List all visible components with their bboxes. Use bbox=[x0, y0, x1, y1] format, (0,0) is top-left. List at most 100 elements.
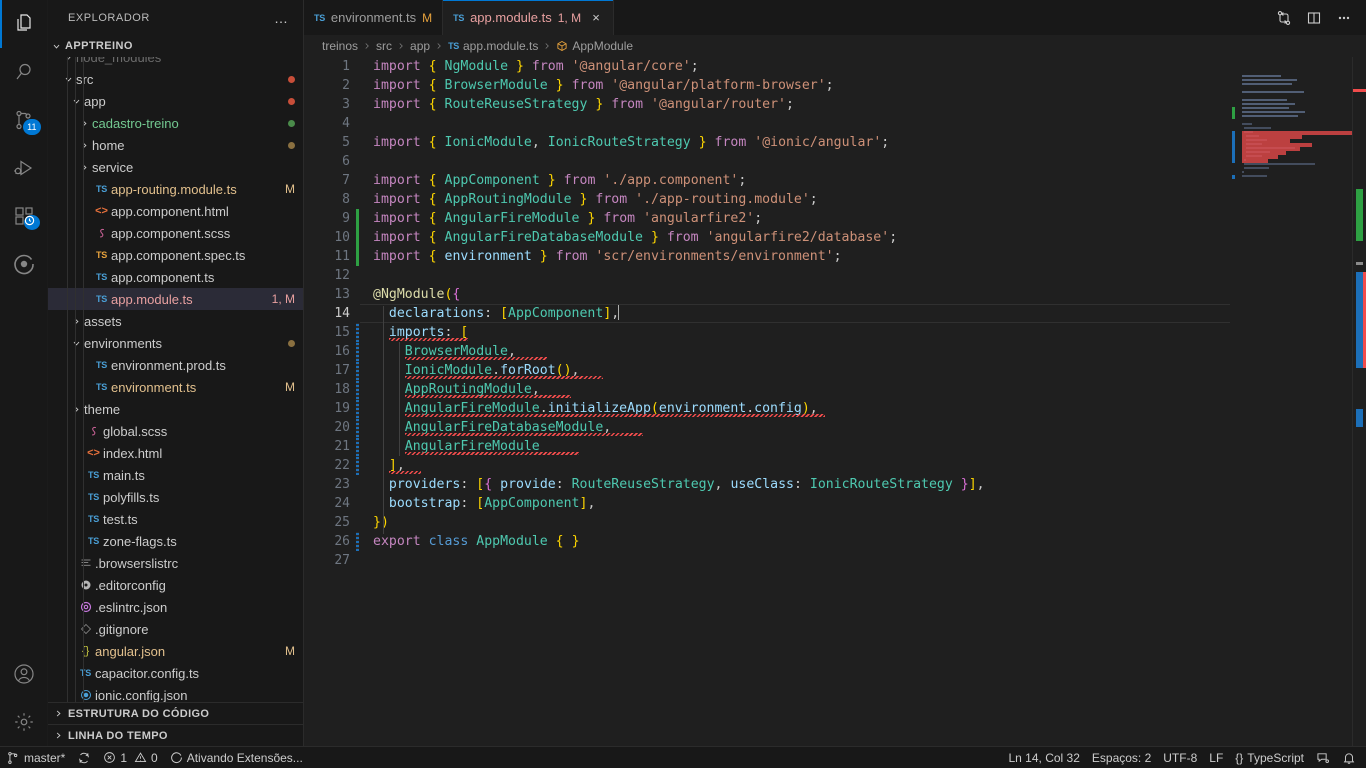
tree-item-global-scss[interactable]: global.scss bbox=[48, 420, 303, 442]
activity-search[interactable] bbox=[0, 48, 48, 96]
activity-ionic[interactable] bbox=[0, 240, 48, 288]
status-extensions-activating[interactable]: Ativando Extensões... bbox=[164, 747, 309, 768]
tree-item--browserslistrc[interactable]: .browserslistrc bbox=[48, 552, 303, 574]
tree-item-ionic-config-json[interactable]: ionic.config.json bbox=[48, 684, 303, 702]
status-indentation[interactable]: Espaços: 2 bbox=[1086, 747, 1157, 768]
gutter-change-marker[interactable] bbox=[350, 342, 364, 361]
tree-item--eslintrc-json[interactable]: .eslintrc.json bbox=[48, 596, 303, 618]
status-branch[interactable]: master* bbox=[0, 747, 71, 768]
code-editor[interactable]: 1import { NgModule } from '@angular/core… bbox=[304, 57, 1366, 746]
status-cursor-position[interactable]: Ln 14, Col 32 bbox=[1003, 747, 1086, 768]
sidebar-more-actions-icon[interactable]: … bbox=[268, 13, 295, 23]
gutter-change-marker[interactable] bbox=[350, 532, 364, 551]
tree-item-test-ts[interactable]: TStest.ts bbox=[48, 508, 303, 530]
tree-item-home[interactable]: home bbox=[48, 134, 303, 156]
activity-explorer[interactable] bbox=[0, 0, 48, 48]
tree-item-cadastro-treino[interactable]: cadastro-treino bbox=[48, 112, 303, 134]
gutter-change-marker[interactable] bbox=[350, 418, 364, 437]
status-sync[interactable] bbox=[71, 747, 97, 768]
gutter-change-marker[interactable] bbox=[350, 399, 364, 418]
folder-status-dot bbox=[288, 340, 295, 347]
minimap[interactable] bbox=[1230, 57, 1352, 746]
close-icon[interactable]: × bbox=[589, 10, 603, 25]
tree-item-zone-flags-ts[interactable]: TSzone-flags.ts bbox=[48, 530, 303, 552]
gutter-change-marker[interactable] bbox=[350, 152, 364, 171]
tree-item-app-component-ts[interactable]: TSapp.component.ts bbox=[48, 266, 303, 288]
gutter-change-marker[interactable] bbox=[350, 456, 364, 475]
gutter-change-marker[interactable] bbox=[350, 494, 364, 513]
tree-item-app-component-spec-ts[interactable]: TSapp.component.spec.ts bbox=[48, 244, 303, 266]
gutter-change-marker[interactable] bbox=[350, 266, 364, 285]
tree-item-app-module-ts[interactable]: TSapp.module.ts1, M bbox=[48, 288, 303, 310]
tree-item-service[interactable]: service bbox=[48, 156, 303, 178]
status-eol[interactable]: LF bbox=[1203, 747, 1229, 768]
activity-run-debug[interactable] bbox=[0, 144, 48, 192]
gutter-change-marker[interactable] bbox=[350, 171, 364, 190]
tree-item-main-ts[interactable]: TSmain.ts bbox=[48, 464, 303, 486]
breadcrumb[interactable]: treinos src app TSapp.module.ts AppModule bbox=[304, 35, 1366, 57]
status-feedback[interactable] bbox=[1310, 747, 1336, 768]
gutter-change-marker[interactable] bbox=[350, 133, 364, 152]
code-viewport[interactable]: 1import { NgModule } from '@angular/core… bbox=[304, 57, 1366, 746]
activity-manage[interactable] bbox=[0, 698, 48, 746]
tree-item-app[interactable]: app bbox=[48, 90, 303, 112]
tree-item-environments[interactable]: environments bbox=[48, 332, 303, 354]
split-compare-icon[interactable] bbox=[1270, 4, 1298, 32]
explorer-root-folder[interactable]: APPTREINO bbox=[48, 35, 303, 57]
status-encoding[interactable]: UTF-8 bbox=[1157, 747, 1203, 768]
breadcrumb-item[interactable]: app bbox=[410, 39, 430, 53]
gutter-change-marker[interactable] bbox=[350, 551, 364, 570]
tree-item-node-modules[interactable]: node_modules bbox=[48, 57, 303, 68]
tree-item-angular-json[interactable]: {}angular.jsonM bbox=[48, 640, 303, 662]
status-language-mode[interactable]: {} TypeScript bbox=[1229, 747, 1310, 768]
gutter-change-marker[interactable] bbox=[350, 475, 364, 494]
breadcrumb-item[interactable]: src bbox=[376, 39, 392, 53]
tree-item-assets[interactable]: assets bbox=[48, 310, 303, 332]
sidebar-section-timeline[interactable]: LINHA DO TEMPO bbox=[48, 724, 303, 746]
code-line: 24 bootstrap: [AppComponent], bbox=[304, 494, 1366, 513]
minimap-line bbox=[1242, 79, 1297, 81]
tree-item-app-component-html[interactable]: <>app.component.html bbox=[48, 200, 303, 222]
tree-item-polyfills-ts[interactable]: TSpolyfills.ts bbox=[48, 486, 303, 508]
gutter-change-marker[interactable] bbox=[350, 95, 364, 114]
tree-item-app-routing-module-ts[interactable]: TSapp-routing.module.tsM bbox=[48, 178, 303, 200]
gutter-change-marker[interactable] bbox=[350, 247, 364, 266]
status-notifications[interactable] bbox=[1336, 747, 1362, 768]
tab-environment-ts[interactable]: TSenvironment.tsM bbox=[304, 0, 443, 35]
gutter-change-marker[interactable] bbox=[350, 513, 364, 532]
gutter-change-marker[interactable] bbox=[350, 323, 364, 342]
breadcrumb-item[interactable]: TSapp.module.ts bbox=[448, 39, 538, 53]
gutter-change-marker[interactable] bbox=[350, 361, 364, 380]
tree-item--editorconfig[interactable]: .editorconfig bbox=[48, 574, 303, 596]
tree-item-src[interactable]: src bbox=[48, 68, 303, 90]
gutter-change-marker[interactable] bbox=[350, 304, 364, 323]
more-actions-icon[interactable] bbox=[1330, 4, 1358, 32]
activity-source-control[interactable]: 11 bbox=[0, 96, 48, 144]
activity-accounts[interactable] bbox=[0, 650, 48, 698]
tree-item--gitignore[interactable]: .gitignore bbox=[48, 618, 303, 640]
gutter-change-marker[interactable] bbox=[350, 285, 364, 304]
breadcrumb-item[interactable]: AppModule bbox=[556, 39, 633, 53]
overview-ruler[interactable] bbox=[1352, 57, 1366, 746]
sidebar-section-outline[interactable]: ESTRUTURA DO CÓDIGO bbox=[48, 702, 303, 724]
split-editor-icon[interactable] bbox=[1300, 4, 1328, 32]
tree-item-environment-ts[interactable]: TSenvironment.tsM bbox=[48, 376, 303, 398]
tree-item-capacitor-config-ts[interactable]: TScapacitor.config.ts bbox=[48, 662, 303, 684]
gutter-change-marker[interactable] bbox=[350, 228, 364, 247]
gutter-change-marker[interactable] bbox=[350, 76, 364, 95]
tree-item-environment-prod-ts[interactable]: TSenvironment.prod.ts bbox=[48, 354, 303, 376]
gutter-change-marker[interactable] bbox=[350, 190, 364, 209]
status-problems[interactable]: 1 0 bbox=[97, 747, 163, 768]
gutter-change-marker[interactable] bbox=[350, 57, 364, 76]
gutter-change-marker[interactable] bbox=[350, 114, 364, 133]
breadcrumb-item[interactable]: treinos bbox=[322, 39, 358, 53]
tree-item-index-html[interactable]: <>index.html bbox=[48, 442, 303, 464]
gutter-change-marker[interactable] bbox=[350, 437, 364, 456]
file-tree[interactable]: node_modulessrcappcadastro-treinohomeser… bbox=[48, 57, 303, 702]
gutter-change-marker[interactable] bbox=[350, 209, 364, 228]
tree-item-theme[interactable]: theme bbox=[48, 398, 303, 420]
tab-app-module-ts[interactable]: TSapp.module.ts1, M× bbox=[443, 0, 614, 35]
gutter-change-marker[interactable] bbox=[350, 380, 364, 399]
activity-extensions[interactable] bbox=[0, 192, 48, 240]
tree-item-app-component-scss[interactable]: app.component.scss bbox=[48, 222, 303, 244]
